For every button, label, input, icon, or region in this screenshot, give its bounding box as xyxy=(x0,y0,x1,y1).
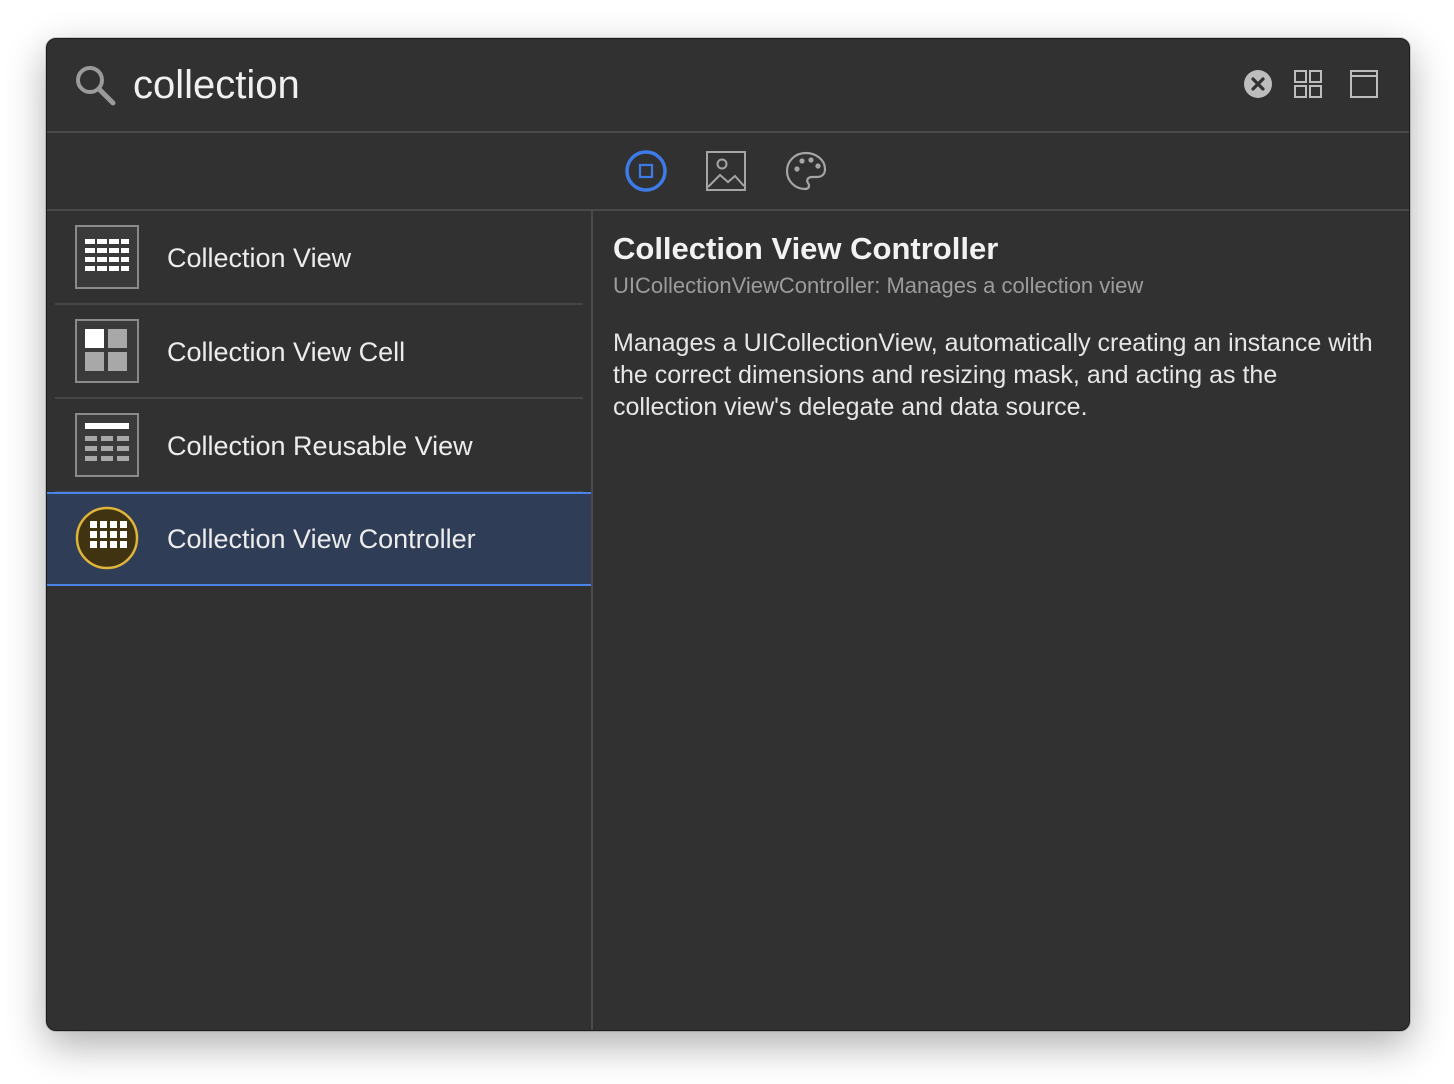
list-item-label: Collection Reusable View xyxy=(167,431,473,461)
collection-view-cell-icon xyxy=(75,319,139,383)
colors-tab-icon[interactable] xyxy=(784,149,828,193)
library-tab-bar xyxy=(47,133,1409,211)
list-item-label: Collection View xyxy=(167,243,352,273)
library-window: Collection View Collection View Cell xyxy=(46,38,1410,1031)
list-item-collection-view-cell[interactable]: Collection View Cell xyxy=(47,305,591,399)
search-input[interactable] xyxy=(133,57,1183,113)
window-view-icon[interactable] xyxy=(1349,69,1379,99)
search-icon xyxy=(76,66,116,106)
list-item-collection-view-controller[interactable]: Collection View Controller xyxy=(47,492,591,586)
detail-title: Collection View Controller xyxy=(613,231,999,266)
search-bar xyxy=(47,39,1409,133)
results-list: Collection View Collection View Cell Col… xyxy=(47,211,593,1030)
objects-tab-icon[interactable] xyxy=(624,149,668,193)
clear-search-icon[interactable] xyxy=(1243,69,1273,99)
detail-description: Manages a UICollectionView, automaticall… xyxy=(613,329,1373,421)
list-item-collection-view[interactable]: Collection View xyxy=(47,211,591,305)
detail-subtitle: UICollectionViewController: Manages a co… xyxy=(613,273,1144,298)
grid-view-icon[interactable] xyxy=(1293,69,1323,99)
list-item-collection-reusable-view[interactable]: Collection Reusable View xyxy=(47,399,591,493)
collection-view-controller-icon xyxy=(75,506,139,570)
list-item-label: Collection View Cell xyxy=(167,337,406,367)
detail-pane: Collection View Controller UICollectionV… xyxy=(593,211,1409,1030)
collection-view-icon xyxy=(75,225,139,289)
list-item-label: Collection View Controller xyxy=(167,524,476,554)
media-tab-icon[interactable] xyxy=(704,149,748,193)
collection-reusable-view-icon xyxy=(75,413,139,477)
